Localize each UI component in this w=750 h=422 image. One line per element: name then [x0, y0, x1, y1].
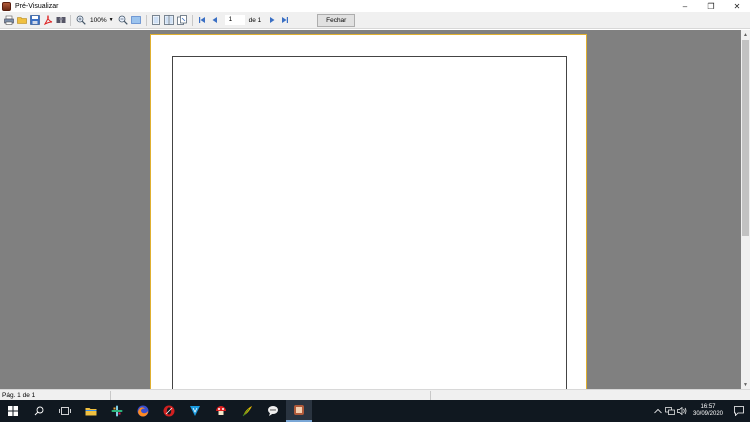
shield-vpn-icon[interactable]	[182, 400, 208, 422]
status-panel	[431, 391, 750, 400]
title-bar: Pré-Visualizar – ❐ ✕	[0, 0, 750, 12]
page-frame	[172, 56, 567, 389]
restore-button[interactable]: ❐	[698, 0, 724, 12]
taskbar-clock[interactable]: 16:57 30/09/2020	[688, 404, 728, 418]
chat-app-icon[interactable]	[260, 400, 286, 422]
zoom-in-icon[interactable]	[75, 15, 86, 26]
taskbar: 16:57 30/09/2020	[0, 400, 750, 422]
window-title: Pré-Visualizar	[15, 2, 59, 10]
file-explorer-icon[interactable]	[78, 400, 104, 422]
pdf-icon[interactable]	[42, 15, 53, 26]
print-icon[interactable]	[3, 15, 14, 26]
open-icon[interactable]	[16, 15, 27, 26]
two-pages-icon[interactable]	[164, 15, 175, 26]
firefox-icon[interactable]	[130, 400, 156, 422]
window-controls: – ❐ ✕	[672, 0, 750, 12]
preview-toolbar: 100% ▼ 1 de 1 Fechar	[0, 12, 750, 29]
close-window-button[interactable]: ✕	[724, 0, 750, 12]
network-icon[interactable]	[665, 400, 675, 422]
windows-start-icon[interactable]	[0, 400, 26, 422]
status-bar: Pág. 1 de 1	[0, 389, 750, 400]
volume-icon[interactable]	[677, 400, 687, 422]
zoom-value: 100%	[90, 16, 107, 24]
multi-page-icon[interactable]	[177, 15, 188, 26]
system-tray: 16:57 30/09/2020	[652, 400, 750, 422]
scroll-down-icon[interactable]: ▼	[741, 380, 750, 389]
clock-time: 16:57	[700, 404, 716, 410]
find-icon[interactable]	[55, 15, 66, 26]
fit-page-icon[interactable]	[131, 15, 142, 26]
mushroom-app-icon[interactable]	[208, 400, 234, 422]
last-page-icon[interactable]	[279, 15, 290, 26]
scrollbar-thumb[interactable]	[742, 40, 749, 236]
status-panel	[111, 390, 431, 400]
toolbar-separator	[145, 14, 147, 26]
page-status: Pág. 1 de 1	[0, 390, 111, 400]
toolbar-separator	[70, 14, 71, 26]
feather-app-icon[interactable]	[234, 400, 260, 422]
opera-icon[interactable]	[156, 400, 182, 422]
document-page	[150, 34, 587, 389]
slack-icon[interactable]	[104, 400, 130, 422]
task-view-icon[interactable]	[52, 400, 78, 422]
vertical-scrollbar[interactable]: ▲ ▼	[741, 30, 750, 389]
save-icon[interactable]	[29, 15, 40, 26]
toolbar-separator	[191, 14, 193, 26]
scroll-up-icon[interactable]: ▲	[741, 30, 750, 39]
preview-app-icon[interactable]	[286, 400, 312, 422]
chevron-up-icon[interactable]	[653, 400, 663, 422]
previous-page-icon[interactable]	[210, 15, 221, 26]
chevron-down-icon: ▼	[108, 17, 114, 23]
minimize-button[interactable]: –	[672, 0, 698, 12]
preview-area[interactable]	[0, 30, 741, 389]
page-number-input[interactable]: 1	[224, 15, 245, 25]
next-page-icon[interactable]	[266, 15, 277, 26]
page-count-label: de 1	[248, 16, 262, 24]
search-icon[interactable]	[26, 400, 52, 422]
clock-date: 30/09/2020	[692, 411, 724, 417]
single-page-icon[interactable]	[151, 15, 162, 26]
zoom-dropdown[interactable]: 100% ▼	[90, 15, 114, 26]
zoom-out-icon[interactable]	[118, 15, 129, 26]
notification-icon[interactable]	[728, 400, 750, 422]
app-icon	[2, 1, 11, 11]
close-preview-button[interactable]: Fechar	[317, 13, 356, 27]
first-page-icon[interactable]	[197, 15, 208, 26]
